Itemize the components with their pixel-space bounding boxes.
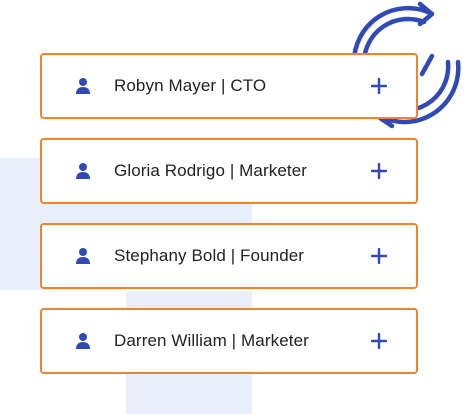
- contact-label: Robyn Mayer | CTO: [114, 76, 267, 95]
- plus-icon[interactable]: [370, 162, 388, 180]
- contact-card: Darren William | Marketer: [40, 308, 418, 374]
- plus-icon[interactable]: [370, 77, 388, 95]
- plus-icon[interactable]: [370, 332, 388, 350]
- contact-label: Darren William | Marketer: [114, 331, 309, 350]
- person-icon: [74, 332, 92, 350]
- person-icon: [74, 162, 92, 180]
- contact-card: Gloria Rodrigo | Marketer: [40, 138, 418, 204]
- person-icon: [74, 247, 92, 265]
- contact-label: Stephany Bold | Founder: [114, 246, 305, 265]
- contact-label: Gloria Rodrigo | Marketer: [114, 161, 308, 180]
- plus-icon[interactable]: [370, 247, 388, 265]
- contact-card: Robyn Mayer | CTO: [40, 53, 418, 119]
- contact-list-illustration: Robyn Mayer | CTO Gloria Rodrigo | Marke…: [0, 0, 474, 414]
- person-icon: [74, 77, 92, 95]
- contact-card: Stephany Bold | Founder: [40, 223, 418, 289]
